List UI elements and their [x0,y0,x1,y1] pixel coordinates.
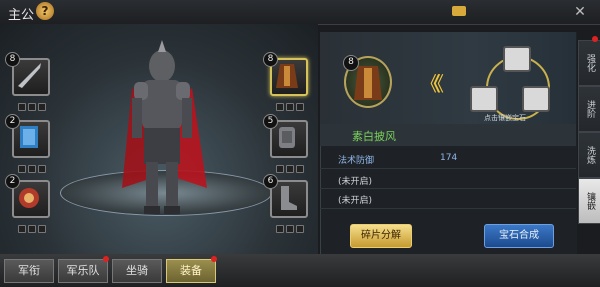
tab-equipment[interactable]: 装备 [166,259,216,283]
gem-sockets [276,158,306,173]
tab-inlay[interactable]: 镶嵌 [578,178,600,224]
dismantle-button[interactable]: 碎片分解 [350,224,412,248]
top-bar [0,0,600,25]
gem-sockets [18,158,48,173]
book-icon [20,126,38,148]
page-title: 主公 [8,8,35,23]
slot-level: 5 [263,114,278,129]
slot-level: 8 [263,52,278,67]
stat-value: 174 [440,153,458,163]
gem-sockets [18,96,48,111]
slot-level: 2 [5,114,20,129]
gem-socket-right[interactable] [522,86,550,112]
tab-enhance[interactable]: 强化 [578,40,600,86]
amulet-icon [19,188,39,208]
gem-sockets [276,96,306,111]
tab-refine[interactable]: 洗炼 [578,132,600,178]
slot-level: 8 [5,52,20,67]
sword-icon [18,63,41,88]
tab-rank[interactable]: 军衔 [4,259,54,283]
notification-dot [211,256,217,262]
hero-model [122,40,207,214]
boots-icon [281,186,297,210]
stat-locked: (未开启) [338,196,373,206]
gem-sockets [276,218,306,233]
cloak-icon [276,64,298,88]
tab-mount[interactable]: 坐骑 [112,259,162,283]
help-icon[interactable]: ? [36,2,54,20]
notification-dot [103,256,109,262]
gem-fuse-button[interactable]: 宝石合成 [484,224,554,248]
currency-icon [452,6,466,16]
stat-label: 法术防御 [338,156,375,166]
tab-advance[interactable]: 进阶 [578,86,600,132]
close-button[interactable]: ✕ [568,3,592,21]
armor-icon [279,127,295,148]
notification-dot [592,36,598,42]
arrow-icon: 《《 [420,72,444,96]
item-level: 8 [343,55,359,71]
gem-socket-top[interactable] [503,46,531,72]
gem-socket-left[interactable] [470,86,498,112]
tab-band[interactable]: 军乐队 [58,259,108,283]
slot-level: 2 [5,174,20,189]
gem-sockets [18,218,48,233]
slot-level: 6 [263,174,278,189]
stat-locked: (未开启) [338,177,373,187]
item-name: 素白披风 [352,130,396,143]
socket-hint: 点击镶嵌宝石 [484,114,526,122]
